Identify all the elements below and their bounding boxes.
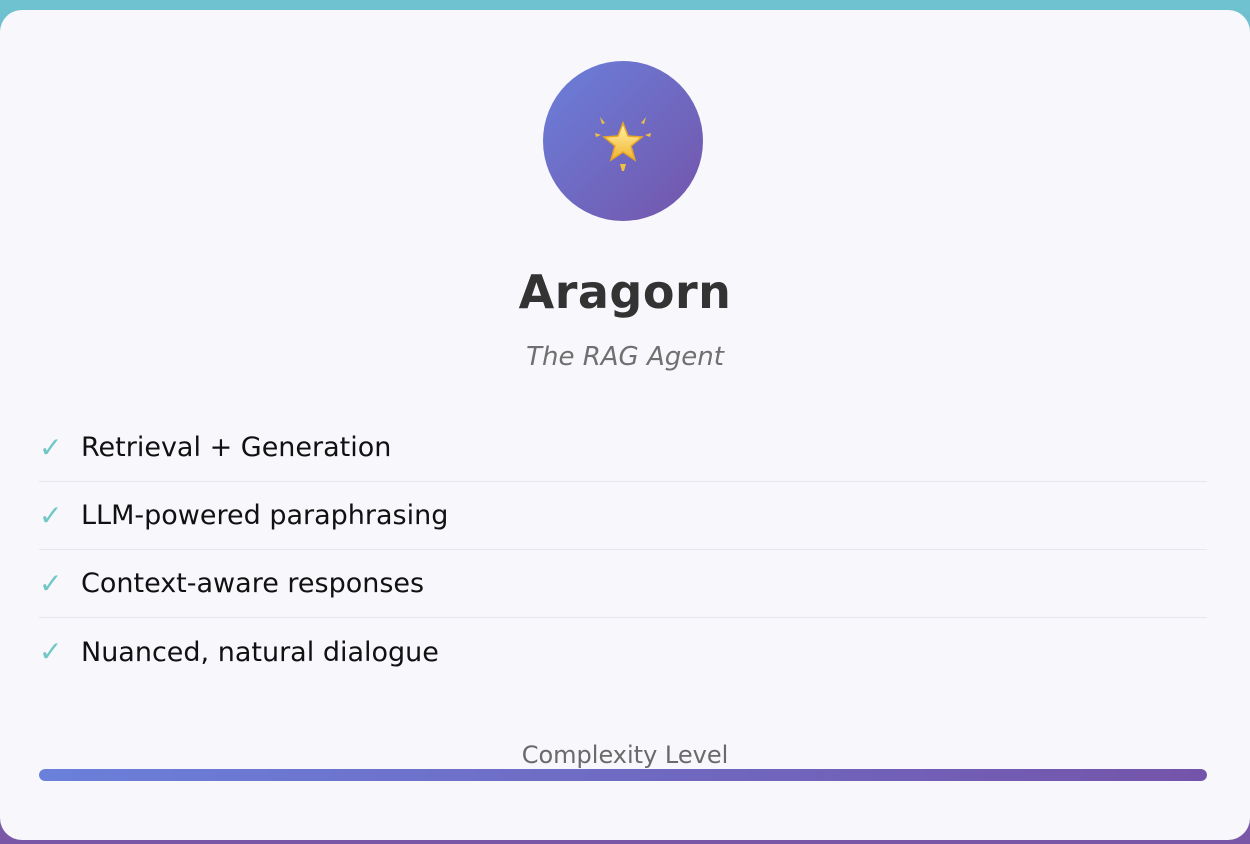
feature-label: Nuanced, natural dialogue [81, 636, 439, 668]
feature-item: ✓ Context-aware responses [39, 550, 1207, 618]
agent-card: Aragorn The RAG Agent ✓ Retrieval + Gene… [0, 10, 1250, 840]
check-icon: ✓ [39, 566, 63, 600]
agent-role: The RAG Agent [526, 342, 724, 372]
feature-label: LLM-powered paraphrasing [81, 500, 449, 531]
feature-item: ✓ Nuanced, natural dialogue [39, 618, 1207, 686]
complexity-progress-bar [39, 769, 1207, 781]
feature-item: ✓ LLM-powered paraphrasing [39, 482, 1207, 550]
feature-list: ✓ Retrieval + Generation ✓ LLM-powered p… [39, 414, 1207, 686]
agent-name: Aragorn [518, 265, 732, 319]
complexity-label: Complexity Level [521, 741, 729, 769]
feature-label: Context-aware responses [81, 568, 425, 599]
check-icon: ✓ [39, 430, 63, 464]
feature-label: Retrieval + Generation [81, 432, 392, 463]
agent-avatar [543, 61, 703, 221]
check-icon: ✓ [39, 498, 63, 532]
check-icon: ✓ [39, 635, 63, 668]
glowing-star-icon [591, 109, 655, 173]
complexity-progress-fill [39, 769, 1207, 781]
feature-item: ✓ Retrieval + Generation [39, 414, 1207, 482]
